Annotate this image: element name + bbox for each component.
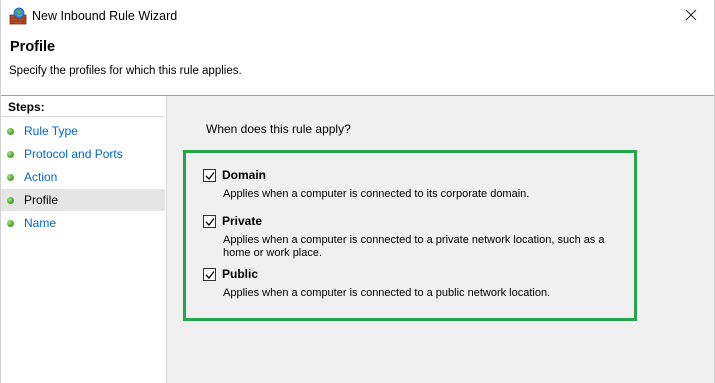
wizard-content: Steps: Rule Type Protocol and Ports Acti… [1,96,714,383]
private-checkbox[interactable] [203,215,216,228]
domain-label[interactable]: Domain [222,168,266,182]
step-label: Name [24,216,57,230]
public-label[interactable]: Public [222,267,258,281]
domain-description: Applies when a computer is connected to … [223,188,530,200]
firewall-icon [9,7,27,25]
checkmark-icon [205,218,215,226]
steps-panel: Steps: Rule Type Protocol and Ports Acti… [1,96,167,383]
public-checkbox[interactable] [203,268,216,281]
step-bullet-icon [7,151,14,158]
step-action[interactable]: Action [1,166,165,188]
step-label: Profile [24,193,59,207]
step-bullet-icon [7,197,14,204]
step-protocol-and-ports[interactable]: Protocol and Ports [1,143,165,165]
wizard-window: New Inbound Rule Wizard Profile Specify … [0,0,715,383]
public-description: Applies when a computer is connected to … [223,287,551,299]
private-label[interactable]: Private [222,214,262,228]
wizard-header: Profile Specify the profiles for which t… [1,32,714,95]
step-rule-type[interactable]: Rule Type [1,120,165,142]
steps-divider [1,116,165,117]
window-title: New Inbound Rule Wizard [32,9,178,23]
step-profile[interactable]: Profile [1,189,165,211]
domain-checkbox[interactable] [203,169,216,182]
step-bullet-icon [7,174,14,181]
step-label: Action [24,170,58,184]
profile-question: When does this rule apply? [206,122,351,136]
private-description: Applies when a computer is connected to … [223,234,605,259]
step-label: Rule Type [24,124,78,138]
checkmark-icon [205,271,215,279]
title-bar[interactable]: New Inbound Rule Wizard [1,0,714,32]
close-button[interactable] [668,0,714,32]
step-bullet-icon [7,220,14,227]
step-bullet-icon [7,128,14,135]
steps-title: Steps: [8,100,45,114]
checkmark-icon [205,172,215,180]
close-icon [685,9,697,24]
page-subtitle: Specify the profiles for which this rule… [9,65,242,77]
step-label: Protocol and Ports [24,147,123,161]
page-title: Profile [10,39,56,55]
step-name[interactable]: Name [1,212,165,234]
